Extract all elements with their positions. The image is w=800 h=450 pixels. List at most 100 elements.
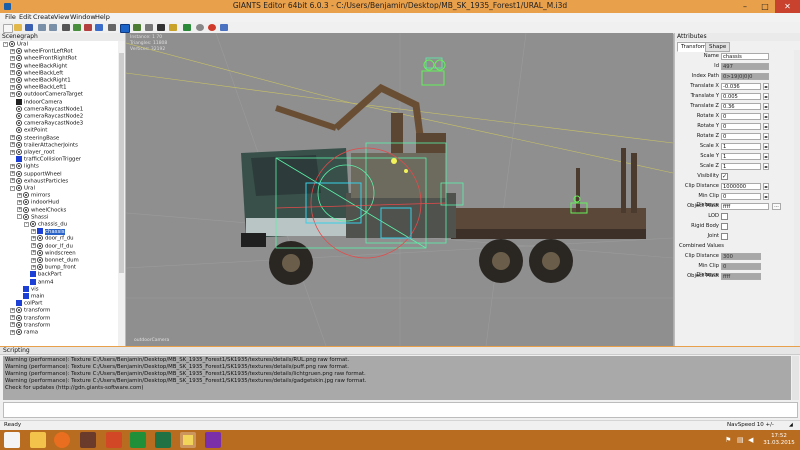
expand-icon[interactable]: +	[10, 171, 15, 177]
visibility-checkbox[interactable]: ✓	[721, 173, 728, 180]
tree-node[interactable]: + wheelBackLeft	[10, 69, 63, 77]
minimize-button[interactable]: –	[735, 0, 755, 13]
tree-node[interactable]: + door_rf_du	[31, 235, 74, 242]
attr-name-field[interactable]: chassis	[721, 53, 769, 60]
tree-node[interactable]: + bonnet_dum	[31, 257, 79, 264]
light-icon[interactable]	[169, 24, 177, 31]
tree-node[interactable]: + windscreen	[31, 249, 76, 257]
spin-arrows-icon[interactable]: ◂▸	[763, 123, 769, 130]
3d-viewport[interactable]: Instance: 1 70 Triangles: 11808 Vertices…	[126, 33, 673, 346]
open-icon[interactable]	[14, 24, 22, 31]
translate-y-field[interactable]: 0.005	[721, 93, 761, 100]
expand-icon[interactable]: +	[10, 142, 15, 148]
expand-icon[interactable]: +	[10, 48, 15, 54]
spin-arrows-icon[interactable]: ◂▸	[763, 93, 769, 100]
record-icon[interactable]	[208, 24, 216, 31]
rotate-z-field[interactable]: 0	[721, 133, 761, 140]
tree-node[interactable]: + wheelFrontRightRot	[10, 55, 77, 62]
giants-editor-taskbar-button[interactable]	[180, 432, 196, 448]
tree-node[interactable]: trafficCollisionTrigger	[10, 156, 81, 163]
rotate-y-field[interactable]: 0	[721, 123, 761, 130]
tree-node[interactable]: colPart	[10, 300, 42, 307]
spin-arrows-icon[interactable]: ◂▸	[763, 163, 769, 170]
menu-file[interactable]: File	[5, 13, 16, 22]
expand-icon[interactable]: +	[10, 77, 15, 83]
scenegraph-tree[interactable]: - Ural + wheelFrontLeftRot + wheelFrontRightR…	[0, 41, 118, 346]
tree-node[interactable]: + bump_front	[31, 264, 76, 271]
object-mask-browse-button[interactable]: ...	[772, 203, 781, 210]
close-button[interactable]: ✕	[775, 0, 800, 13]
tree-node[interactable]: + outdoorCameraTarget	[10, 91, 83, 98]
lod-checkbox[interactable]	[721, 213, 728, 220]
windows-start-icon[interactable]	[4, 432, 20, 448]
expand-icon[interactable]: +	[10, 70, 15, 76]
spin-arrows-icon[interactable]: ◂▸	[763, 133, 769, 140]
tree-node[interactable]: exitPoint	[10, 127, 47, 134]
firefox-icon[interactable]	[54, 432, 70, 448]
tree-node[interactable]: + trailerAttacherJoints	[10, 141, 78, 149]
scenegraph-scroll-thumb[interactable]	[119, 53, 124, 273]
flag-icon[interactable]: ⚑	[725, 436, 731, 444]
grid-icon[interactable]	[145, 24, 153, 31]
spin-arrows-icon[interactable]: ◂▸	[763, 143, 769, 150]
collapse-icon[interactable]: -	[24, 221, 29, 227]
tree-node[interactable]: + rama	[10, 329, 38, 336]
expand-icon[interactable]: +	[31, 243, 36, 249]
tree-node[interactable]: cameraRaycastNode3	[10, 120, 83, 127]
spin-arrows-icon[interactable]: ◂▸	[763, 183, 769, 190]
tree-node[interactable]: - chassis_du	[24, 221, 67, 228]
expand-icon[interactable]: +	[17, 199, 22, 205]
new-icon[interactable]	[3, 24, 13, 33]
foliage-icon[interactable]	[133, 24, 141, 31]
menu-view[interactable]: View	[54, 13, 69, 22]
tab-shape[interactable]: Shape	[705, 42, 731, 52]
expand-icon[interactable]: +	[17, 192, 22, 198]
tree-node[interactable]: + lights	[10, 163, 39, 170]
expand-icon[interactable]: +	[10, 149, 15, 155]
scale-x-field[interactable]: 1	[721, 143, 761, 150]
search-app-icon[interactable]	[205, 432, 221, 448]
clip-distance-field[interactable]: 1000000	[721, 183, 761, 190]
expand-icon[interactable]: +	[31, 250, 36, 256]
expand-icon[interactable]: +	[31, 264, 36, 270]
attributes-scrollbar[interactable]	[794, 50, 800, 346]
tree-node[interactable]: - Ural	[10, 185, 35, 192]
tree-node[interactable]: + supportWheel	[10, 170, 62, 178]
tree-node[interactable]: cameraRaycastNode1	[10, 105, 83, 113]
spin-arrows-icon[interactable]: ◂▸	[763, 153, 769, 160]
network-icon[interactable]: ▤	[737, 436, 744, 444]
menu-edit[interactable]: Edit	[19, 13, 32, 22]
settings-icon[interactable]	[196, 24, 204, 31]
tree-node[interactable]: - Ural	[3, 41, 28, 48]
expand-icon[interactable]: +	[10, 55, 15, 61]
tree-node[interactable]: + wheelBackRight	[10, 62, 67, 70]
script-input[interactable]	[3, 402, 798, 418]
joint-checkbox[interactable]	[721, 233, 728, 240]
object-mask-field[interactable]: ffff	[721, 203, 769, 210]
spin-arrows-icon[interactable]: ◂▸	[763, 113, 769, 120]
expand-icon[interactable]: +	[31, 228, 36, 234]
tree-node[interactable]: + mirrors	[17, 192, 50, 199]
excel-icon[interactable]	[155, 432, 171, 448]
expand-icon[interactable]: +	[10, 307, 15, 313]
tree-node[interactable]: anm4	[24, 278, 53, 286]
tree-node[interactable]: - Shassi	[17, 213, 48, 221]
paint-icon[interactable]	[120, 24, 130, 33]
clock[interactable]: 17:52 31.03.2015	[760, 433, 798, 447]
rigid-body-checkbox[interactable]	[721, 223, 728, 230]
tree-node[interactable]: + wheelFrontLeftRot	[10, 48, 73, 55]
expand-icon[interactable]: +	[10, 63, 15, 69]
tree-node[interactable]: + chassis	[31, 228, 65, 235]
resize-grip-icon[interactable]: ◢	[789, 422, 793, 428]
file-explorer-icon[interactable]	[30, 432, 46, 448]
powerpoint-icon[interactable]	[106, 432, 122, 448]
collapse-icon[interactable]: -	[10, 185, 15, 191]
expand-icon[interactable]: +	[10, 135, 15, 141]
rotate-x-field[interactable]: 0	[721, 113, 761, 120]
undo-icon[interactable]	[38, 24, 46, 31]
log-scrollbar[interactable]	[792, 356, 799, 400]
spin-arrows-icon[interactable]: ◂▸	[763, 193, 769, 200]
terrain-icon[interactable]	[108, 24, 116, 31]
scale-y-field[interactable]: 1	[721, 153, 761, 160]
min-clip-distance-field[interactable]: 0	[721, 193, 761, 200]
